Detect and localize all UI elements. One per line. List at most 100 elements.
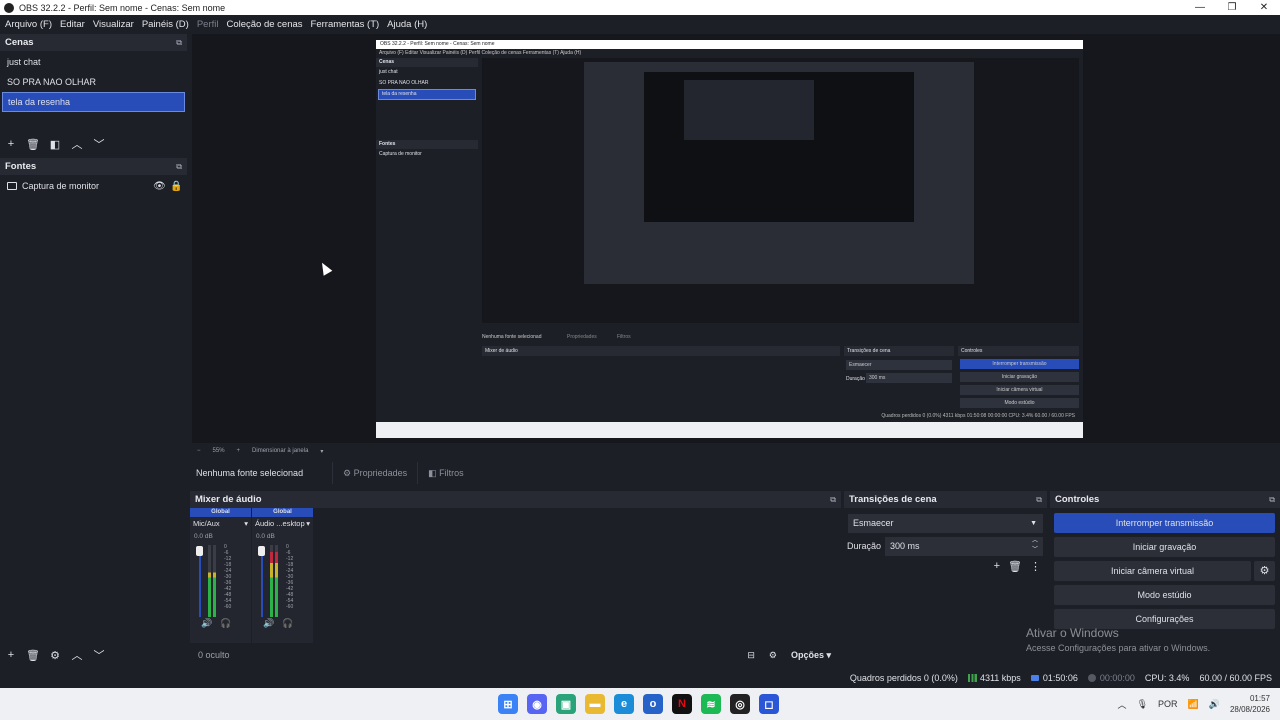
undock-icon[interactable]: ⧉ [176, 158, 182, 175]
wifi-icon[interactable]: 📶 [1188, 699, 1199, 710]
scene-item[interactable]: just chat [2, 52, 185, 72]
source-item[interactable]: Captura de monitor 👁 🔒 [2, 177, 185, 195]
gear-icon[interactable]: ⚙ [44, 649, 66, 662]
trash-icon[interactable]: 🗑 [22, 138, 44, 151]
scene-item-active[interactable]: tela da resenha [2, 92, 185, 112]
scenes-toolbar: + 🗑 ◧ ︿ ﹀ [0, 135, 110, 153]
zoom-out-icon[interactable]: − [197, 448, 201, 454]
maximize-button[interactable]: ❐ [1216, 0, 1248, 15]
language-indicator[interactable]: POR [1158, 699, 1178, 709]
trash-icon[interactable]: 🗑 [22, 649, 44, 662]
volume-meter[interactable]: 0 -6 -12 -18 -24 -30 -36 -42 -48 -54 -60 [256, 543, 313, 618]
start-virtual-camera-button[interactable]: Iniciar câmera virtual [1054, 561, 1251, 581]
stop-stream-button[interactable]: Interromper transmissão [1054, 513, 1275, 533]
nested-status: Quadros perdidos 0 (0.0%) 4311 kbps 01:5… [881, 413, 1075, 419]
speaker-icon[interactable]: 🔊 [263, 618, 274, 629]
live-icon [1030, 675, 1039, 681]
discord-icon[interactable]: ◉ [527, 694, 547, 714]
duration-field[interactable]: 300 ms ︿ ﹀ [885, 537, 1043, 556]
properties-button[interactable]: ⚙ Propriedades [332, 462, 417, 484]
menu-visualizar[interactable]: Visualizar [90, 19, 137, 30]
advanced-audio-icon[interactable]: ⚙ [769, 650, 777, 661]
eye-icon[interactable]: 👁 [151, 181, 168, 192]
move-down-icon[interactable]: ﹀ [88, 647, 110, 663]
move-up-icon[interactable]: ︿ [66, 136, 88, 152]
clock[interactable]: 01:57 28/08/2026 [1230, 693, 1270, 715]
move-down-icon[interactable]: ﹀ [88, 136, 110, 152]
chevron-down-icon[interactable]: ▾ [320, 448, 323, 455]
nested-scene: just chat [379, 69, 398, 75]
layout-icon[interactable]: ⊟ [747, 650, 755, 661]
chevron-up-icon[interactable]: ︿ [1118, 698, 1127, 711]
options-button[interactable]: Opções ▾ [791, 650, 831, 661]
obs-icon[interactable]: ◎ [730, 694, 750, 714]
channel-name[interactable]: Mic/Aux ▾ [190, 517, 251, 531]
channel-name[interactable]: Áudio ...esktop ▾ [252, 517, 313, 531]
volume-slider-handle[interactable] [196, 546, 203, 556]
spin-icon[interactable]: ︿ ﹀ [1032, 537, 1038, 555]
nested-controls-header: Controles [958, 346, 1079, 356]
more-icon[interactable]: ⋮ [1030, 560, 1041, 573]
volume-slider-handle[interactable] [258, 546, 265, 556]
add-icon[interactable]: + [994, 560, 1000, 573]
netflix-icon[interactable]: N [672, 694, 692, 714]
volume-slider-track[interactable] [261, 555, 263, 617]
undock-icon[interactable]: ⧉ [830, 491, 836, 508]
transition-select[interactable]: Esmaecer ▼ [848, 514, 1043, 533]
menu-arquivo[interactable]: Arquivo (F) [2, 19, 55, 30]
headphones-icon[interactable]: 🎧 [220, 618, 231, 629]
filters-button[interactable]: ◧ Filtros [417, 462, 474, 484]
speaker-icon[interactable]: 🔊 [201, 618, 212, 629]
microphone-icon[interactable]: 🎙 [1137, 699, 1148, 710]
nested-sources-header: Fontes [376, 140, 478, 149]
nested-left-docks: Cenas just chat SO PRA NAO OLHAR tela da… [376, 58, 478, 412]
volume-slider-track[interactable] [199, 555, 201, 617]
menu-ajuda[interactable]: Ajuda (H) [384, 19, 430, 30]
zoom-level: 55% [212, 448, 225, 454]
nested-no-source: Nenhuma fonte selecionad [482, 334, 542, 340]
nested-start-rec: Iniciar gravação [960, 372, 1079, 382]
studio-mode-button[interactable]: Modo estúdio [1054, 585, 1275, 605]
nested-menu: Arquivo (F) Editar Visualizar Painéis (D… [379, 50, 582, 56]
volume-meter[interactable]: 0 -6 -12 -18 -24 -30 -36 -42 -48 -54 -60 [194, 543, 251, 618]
context-bar: Nenhuma fonte selecionad ⚙ Propriedades … [192, 461, 1280, 485]
transitions-panel: Esmaecer ▼ Duração 300 ms ︿ ﹀ + 🗑 ⋮ [844, 508, 1047, 645]
mixer-channel: Global Mic/Aux ▾ 0.0 dB 0 -6 -12 -18 -24 -30 -3… [190, 508, 251, 643]
nested-title: OBS 32.2.2 - Perfil: Sem nome - Cenas: S… [376, 40, 1083, 49]
scene-item[interactable]: SO PRA NAO OLHAR [2, 72, 185, 92]
menu-paineis[interactable]: Painéis (D) [139, 19, 192, 30]
trash-icon[interactable]: 🗑 [1008, 560, 1022, 573]
lock-icon[interactable]: 🔒 [168, 181, 185, 192]
add-icon[interactable]: + [0, 138, 22, 150]
zoom-in-icon[interactable]: + [237, 448, 241, 454]
fps: 60.00 / 60.00 FPS [1199, 673, 1272, 683]
edge-icon[interactable]: e [614, 694, 634, 714]
menu-perfil[interactable]: Perfil [194, 19, 222, 30]
mixer-channel: Global Áudio ...esktop ▾ 0.0 dB 0 -6 -12 -18… [252, 508, 313, 643]
gear-icon[interactable]: ⚙ [1254, 561, 1275, 581]
volume-icon[interactable]: 🔊 [1209, 699, 1220, 710]
spotify-icon[interactable]: ≋ [701, 694, 721, 714]
menu-colecao-cenas[interactable]: Coleção de cenas [223, 19, 305, 30]
headphones-icon[interactable]: 🎧 [282, 618, 293, 629]
undock-icon[interactable]: ⧉ [176, 34, 182, 51]
close-button[interactable]: ✕ [1248, 0, 1280, 15]
move-up-icon[interactable]: ︿ [66, 647, 88, 663]
properties-label: Propriedades [353, 468, 408, 478]
menu-ferramentas[interactable]: Ferramentas (T) [308, 19, 383, 30]
undock-icon[interactable]: ⧉ [1036, 491, 1042, 508]
undock-icon[interactable]: ⧉ [1269, 491, 1275, 508]
minimize-button[interactable]: — [1184, 0, 1216, 15]
preview-nested-capture: OBS 32.2.2 - Perfil: Sem nome - Cenas: S… [376, 40, 1083, 438]
start-recording-button[interactable]: Iniciar gravação [1054, 537, 1275, 557]
folder-icon[interactable]: ▬ [585, 694, 605, 714]
fit-to-window[interactable]: Dimensionar à janela [252, 448, 308, 454]
start-icon[interactable]: ⊞ [498, 694, 518, 714]
filter-icon[interactable]: ◧ [44, 138, 66, 151]
gallery-icon[interactable]: ▣ [556, 694, 576, 714]
app-icon[interactable]: ◻ [759, 694, 779, 714]
outlook-icon[interactable]: o [643, 694, 663, 714]
add-icon[interactable]: + [0, 649, 22, 661]
options-label: Opções [790, 649, 824, 660]
menu-editar[interactable]: Editar [57, 19, 88, 30]
